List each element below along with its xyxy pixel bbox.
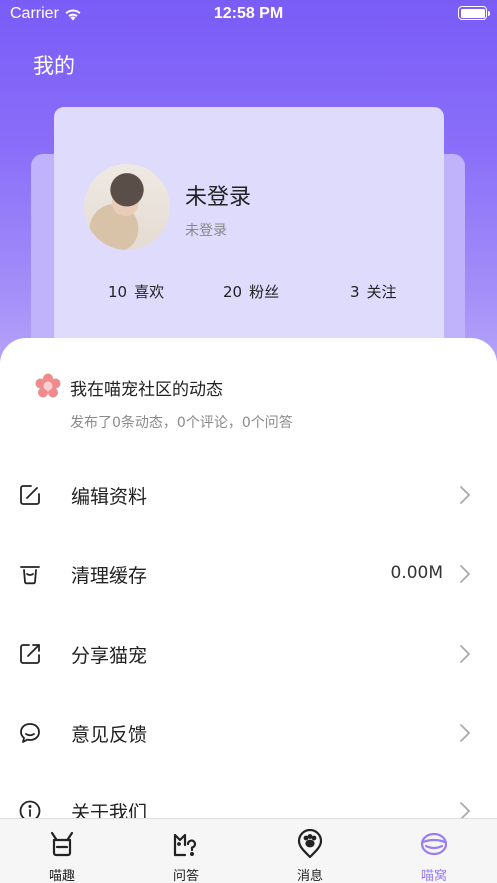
edit-icon <box>20 485 40 505</box>
user-subtitle: 未登录 <box>185 223 227 239</box>
menu-clear-cache-label: 清理缓存 <box>71 565 148 587</box>
tab-bar: 喵趣 问答 消息 喵窝 <box>0 818 497 883</box>
share-icon <box>20 644 40 664</box>
content-sheet: 我在喵宠社区的动态 发布了0条动态，0个评论，0个问答 编辑资料 清理缓存 0.… <box>0 338 497 883</box>
stat-likes-label: 喜欢 <box>134 283 165 301</box>
menu-clear-cache[interactable]: 清理缓存 0.00M <box>0 544 497 604</box>
chevron-right-icon <box>460 486 471 504</box>
status-bar: Carrier 12:58 PM <box>0 0 497 28</box>
menu-share[interactable]: 分享猫宠 <box>0 624 497 684</box>
tab-miaowo[interactable]: 喵窝 <box>372 819 496 883</box>
feedback-icon <box>20 723 40 743</box>
stat-following[interactable]: 3 关注 <box>350 281 397 302</box>
paw-pin-icon <box>297 829 323 859</box>
tab-miaowo-label: 喵窝 <box>420 869 447 883</box>
avatar[interactable] <box>84 164 170 250</box>
trash-icon <box>20 566 40 585</box>
tab-miaoqu[interactable]: 喵趣 <box>0 819 124 883</box>
tab-miaoqu-label: 喵趣 <box>48 869 75 883</box>
battery-icon <box>458 6 490 20</box>
flower-icon <box>35 373 61 398</box>
stat-following-label: 关注 <box>366 283 397 301</box>
tab-qa[interactable]: 问答 <box>124 819 248 883</box>
cat-bed-icon <box>420 832 448 856</box>
activity-summary: 发布了0条动态，0个评论，0个问答 <box>70 415 293 431</box>
cat-question-icon <box>173 833 197 857</box>
chevron-right-icon <box>460 565 471 583</box>
activity-title[interactable]: 我在喵宠社区的动态 <box>70 375 223 400</box>
stat-fans-label: 粉丝 <box>249 283 280 301</box>
cache-size: 0.00M <box>390 563 443 583</box>
stat-likes-value: 10 <box>108 283 128 301</box>
menu-edit-profile-label: 编辑资料 <box>71 486 148 508</box>
page-title: 我的 <box>33 54 75 78</box>
stat-fans[interactable]: 20 粉丝 <box>223 281 279 302</box>
stat-following-value: 3 <box>350 283 360 301</box>
status-time: 12:58 PM <box>213 5 284 22</box>
tab-qa-label: 问答 <box>172 869 199 883</box>
chevron-right-icon <box>460 645 471 663</box>
menu-edit-profile[interactable]: 编辑资料 <box>0 465 497 525</box>
stat-fans-value: 20 <box>223 283 243 301</box>
menu-feedback-label: 意见反馈 <box>71 724 148 746</box>
tab-messages-label: 消息 <box>296 869 323 883</box>
menu-feedback[interactable]: 意见反馈 <box>0 703 497 763</box>
chevron-right-icon <box>460 724 471 742</box>
stat-likes[interactable]: 10 喜欢 <box>108 281 164 302</box>
menu-share-label: 分享猫宠 <box>71 645 148 667</box>
user-name[interactable]: 未登录 <box>185 179 251 211</box>
tab-messages[interactable]: 消息 <box>248 819 372 883</box>
cat-face-icon <box>50 831 74 857</box>
